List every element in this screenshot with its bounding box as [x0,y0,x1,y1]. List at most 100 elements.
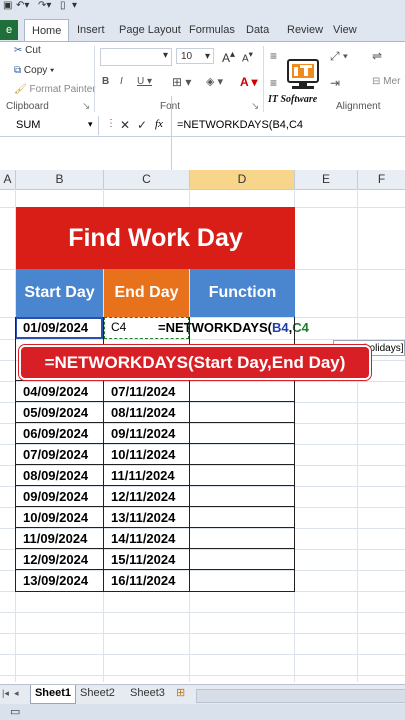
worksheet-grid[interactable]: A B C D E F Find Work Day Start Day End … [0,170,405,682]
borders-icon[interactable]: ⊞ ▾ [172,75,191,89]
table-cell-end[interactable]: 07/11/2024 [104,381,175,402]
font-name-select[interactable]: ▾ [100,48,172,66]
table-cell-start[interactable]: 08/09/2024 [16,465,88,486]
header-function: Function [190,269,295,317]
scissors-icon: ✂ [14,45,23,56]
cell-d4-formula[interactable]: =NETWORKDAYS(B4,C4 [158,317,309,338]
table-row-border [15,548,295,549]
bold-button[interactable]: B [102,76,109,87]
insert-function-icon[interactable]: fx [155,118,163,130]
formula-input[interactable]: =NETWORKDAYS(B4,C4 [177,119,303,131]
file-tab[interactable]: e [0,20,18,40]
header-start-day: Start Day [16,269,103,317]
table-row-border [15,506,295,507]
cut-button[interactable]: ✂ Cut [14,45,41,56]
table-cell-start[interactable]: 10/09/2024 [16,507,88,528]
table-cell-start[interactable]: 06/09/2024 [16,423,88,444]
it-software-logo [282,54,326,94]
column-header-f[interactable]: F [358,170,405,190]
qat-dropdown-icon[interactable]: ▾ [72,0,77,12]
redo-icon[interactable]: ↷▾ [38,0,51,12]
table-cell-end[interactable]: 15/11/2024 [104,549,175,570]
column-header-d[interactable]: D [190,170,295,190]
column-header-c[interactable]: C [104,170,190,190]
fill-color-icon[interactable]: ◈ ▾ [206,75,223,88]
table-cell-start[interactable]: 09/09/2024 [16,486,88,507]
tab-view[interactable]: View [333,20,357,40]
column-header-e[interactable]: E [295,170,358,190]
table-row-border [15,569,295,570]
table-row-border [15,380,295,381]
table-row-border [15,401,295,402]
cell-c4-ref[interactable]: C4 [104,317,126,338]
font-size-select[interactable]: 10 ▾ [176,48,214,64]
alignment-group-label: Alignment [336,101,381,112]
underline-button[interactable]: U ▾ [137,76,152,87]
clipboard-launcher-icon[interactable]: ↘ [82,101,90,112]
column-header-a[interactable]: A [0,170,16,190]
table-cell-start[interactable]: 05/09/2024 [16,402,88,423]
indent-icon[interactable]: ⇥ [330,76,340,90]
font-launcher-icon[interactable]: ↘ [251,101,259,112]
syntax-banner: =NETWORKDAYS(Start Day,End Day) [19,345,371,380]
orientation-icon[interactable]: ⤢ ▾ [330,49,348,64]
table-cell-start[interactable]: 07/09/2024 [16,444,88,465]
table-cell-end[interactable]: 08/11/2024 [104,402,175,423]
tab-formulas[interactable]: Formulas [189,20,235,40]
table-cell-start[interactable]: 12/09/2024 [16,549,88,570]
table-row-border [15,527,295,528]
italic-button[interactable]: I [120,76,123,87]
status-bar: ▭ [0,704,405,720]
table-cell-end[interactable]: 12/11/2024 [104,486,175,507]
table-row-border [15,422,295,423]
expand-icon[interactable]: ⋮ [106,118,116,129]
tab-sheet1[interactable]: Sheet1 [30,685,76,704]
macro-record-icon[interactable]: ▭ [10,705,20,718]
increase-font-icon[interactable]: A▴ [222,49,235,65]
tab-data[interactable]: Data [246,20,269,40]
first-sheet-icon[interactable]: |◂ [2,688,9,699]
horizontal-scrollbar[interactable] [196,689,405,703]
table-cell-end[interactable]: 11/11/2024 [104,465,175,486]
table-row-border [15,464,295,465]
new-doc-icon[interactable]: ▯ [60,0,66,12]
wrap-text-icon[interactable]: ⇌ [372,49,382,63]
format-painter-button[interactable]: 🖌 Format Painter [14,84,96,95]
table-row-border [15,485,295,486]
undo-icon[interactable]: ↶▾ [16,0,29,12]
table-cell-end[interactable]: 13/11/2024 [104,507,175,528]
table-cell-end[interactable]: 14/11/2024 [104,528,175,549]
enter-icon[interactable]: ✓ [137,118,147,132]
copy-button[interactable]: ⧉ Copy ▾ [14,65,54,76]
align-left-icon[interactable]: ≡ [270,76,277,90]
cancel-icon[interactable]: ✕ [120,118,130,132]
tab-sheet2[interactable]: Sheet2 [80,687,115,699]
table-cell-end[interactable]: 09/11/2024 [104,423,175,444]
font-color-icon[interactable]: A ▾ [240,75,258,89]
tab-sheet3[interactable]: Sheet3 [130,687,165,699]
copy-icon: ⧉ [14,65,22,76]
table-cell-start[interactable]: 04/09/2024 [16,381,88,402]
align-top-icon[interactable]: ≡ [270,49,277,63]
table-cell-start[interactable]: 13/09/2024 [16,570,88,591]
chevron-down-icon: ▾ [88,119,93,129]
tab-insert[interactable]: Insert [77,20,105,40]
table-cell-start[interactable]: 11/09/2024 [16,528,87,549]
prev-sheet-icon[interactable]: ◂ [14,688,19,699]
table-cell-end[interactable]: 10/11/2024 [104,444,175,465]
column-header-b[interactable]: B [16,170,104,190]
decrease-font-icon[interactable]: A▾ [242,49,253,64]
name-box[interactable]: SUM ▾ [0,116,99,135]
table-cell-end[interactable]: 16/11/2024 [104,570,175,591]
tab-review[interactable]: Review [287,20,323,40]
save-icon[interactable]: ▣ [3,0,12,12]
sheet-tab-bar: |◂ ◂ Sheet1 Sheet2 Sheet3 ⊞ [0,684,405,705]
header-end-day: End Day [104,269,189,317]
new-sheet-icon[interactable]: ⊞ [176,686,185,699]
merge-icon: ⊟ [372,76,381,87]
merge-center-button[interactable]: ⊟ Mer [372,76,400,87]
clipboard-group-label: Clipboard [6,101,49,112]
b4-reference-highlight [15,317,103,339]
tab-page-layout[interactable]: Page Layout [119,20,181,40]
chevron-down-icon: ▾ [162,50,168,61]
